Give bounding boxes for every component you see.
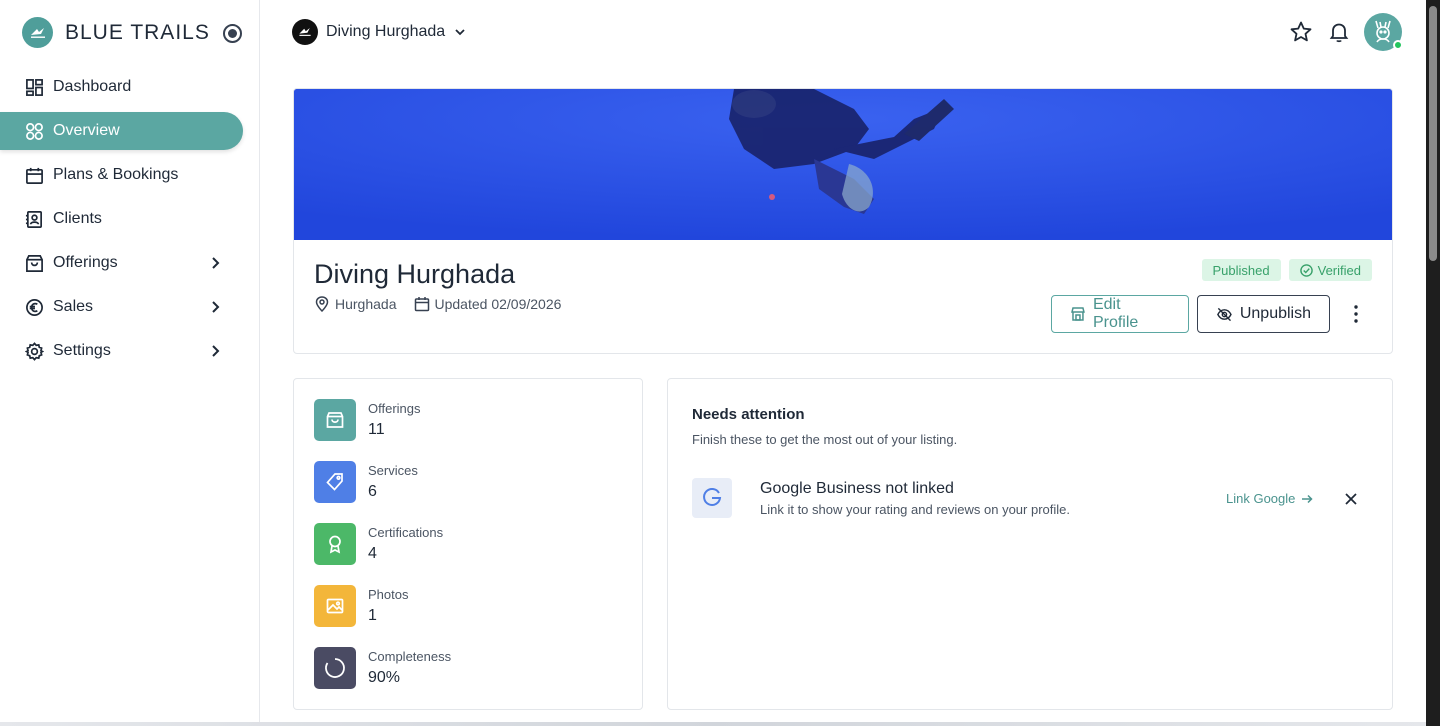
- overview-icon: [24, 121, 44, 141]
- stat-services[interactable]: Services 6: [314, 461, 418, 503]
- topbar: Diving Hurghada: [260, 0, 1426, 64]
- profile-title: Diving Hurghada: [314, 259, 516, 289]
- org-avatar: [292, 19, 318, 45]
- unpublish-button[interactable]: Unpublish: [1197, 295, 1330, 333]
- published-badge: Published: [1201, 259, 1281, 281]
- needs-attention-card: Needs attention Finish these to get the …: [667, 378, 1393, 710]
- sidebar-item-offerings[interactable]: Offerings: [0, 244, 243, 282]
- stats-card: Offerings 11 Services 6 Certifications 4…: [293, 378, 643, 710]
- page-scrollbar[interactable]: [1426, 0, 1440, 726]
- image-icon: [314, 585, 356, 627]
- chevron-down-icon: [455, 29, 465, 36]
- chevron-right-icon: [212, 345, 220, 357]
- task-title: Google Business not linked: [760, 480, 954, 497]
- profile-actions: Edit Profile Unpublish: [1043, 295, 1366, 333]
- sidebar-item-settings[interactable]: Settings: [0, 332, 243, 370]
- check-circle-icon: [1299, 263, 1313, 277]
- sidebar-collapse-toggle[interactable]: [223, 24, 242, 43]
- storefront-icon: [1071, 307, 1085, 321]
- star-icon: [1290, 21, 1312, 42]
- euro-icon: [24, 297, 44, 317]
- bell-icon: [1329, 23, 1349, 43]
- attention-title: Needs attention: [692, 406, 805, 423]
- bag-icon: [24, 253, 44, 273]
- notifications-button[interactable]: [1326, 19, 1352, 45]
- stat-offerings[interactable]: Offerings 11: [314, 399, 421, 441]
- sidebar-item-overview[interactable]: Overview: [0, 112, 243, 150]
- sidebar-item-dashboard[interactable]: Dashboard: [0, 68, 243, 106]
- cover-image: [294, 89, 1392, 240]
- close-icon: [1345, 493, 1357, 505]
- bag-icon: [314, 399, 356, 441]
- sidebar-item-clients[interactable]: Clients: [0, 200, 243, 238]
- brand[interactable]: BLUE TRAILS: [22, 17, 210, 48]
- updated-meta: Updated 02/09/2026: [414, 296, 561, 312]
- org-name: Diving Hurghada: [326, 23, 446, 40]
- profile-card: Diving Hurghada Hurghada Updated 02/09/2…: [293, 88, 1393, 354]
- sidebar-item-plans-bookings[interactable]: Plans & Bookings: [0, 156, 243, 194]
- user-avatar[interactable]: [1364, 13, 1403, 51]
- stat-photos[interactable]: Photos 1: [314, 585, 408, 627]
- stat-completeness[interactable]: Completeness 90%: [314, 647, 451, 689]
- edit-profile-button[interactable]: Edit Profile: [1051, 295, 1189, 333]
- chevron-right-icon: [212, 301, 220, 313]
- progress-ring-icon: [314, 647, 356, 689]
- link-google-button[interactable]: Link Google: [1226, 491, 1313, 506]
- map-pin-icon: [315, 296, 329, 312]
- org-switcher[interactable]: Diving Hurghada: [292, 19, 467, 45]
- gear-icon: [24, 341, 44, 361]
- eye-off-icon: [1217, 307, 1232, 321]
- chevron-right-icon: [212, 257, 220, 269]
- dashboard-icon: [24, 77, 44, 97]
- online-status-dot: [1393, 40, 1403, 50]
- status-badges: Published Verified: [1194, 259, 1372, 281]
- google-icon: [692, 478, 732, 518]
- more-options-button[interactable]: [1346, 295, 1366, 333]
- sidebar: BLUE TRAILS Dashboard Overview Plans & B…: [0, 0, 260, 726]
- more-vertical-icon: [1354, 305, 1358, 323]
- contacts-icon: [24, 209, 44, 229]
- sidebar-item-sales[interactable]: Sales: [0, 288, 243, 326]
- bottom-edge: [0, 722, 1426, 726]
- dismiss-task-button[interactable]: [1343, 491, 1359, 507]
- brand-logo: [22, 17, 53, 48]
- topbar-actions: [1288, 13, 1403, 51]
- calendar-icon: [414, 297, 429, 312]
- profile-meta: Hurghada Updated 02/09/2026: [314, 296, 578, 312]
- tag-icon: [314, 461, 356, 503]
- arrow-right-icon: [1302, 494, 1313, 503]
- favorite-button[interactable]: [1288, 19, 1314, 45]
- scrollbar-thumb[interactable]: [1429, 6, 1437, 261]
- calendar-icon: [24, 165, 44, 185]
- verified-badge: Verified: [1288, 259, 1372, 281]
- location-meta: Hurghada: [314, 296, 397, 312]
- sidebar-nav: Dashboard Overview Plans & Bookings Clie…: [0, 68, 260, 376]
- task-description: Link it to show your rating and reviews …: [760, 502, 1070, 517]
- award-icon: [314, 523, 356, 565]
- brand-name: BLUE TRAILS: [65, 20, 210, 44]
- attention-subtitle: Finish these to get the most out of your…: [692, 432, 958, 447]
- stat-certifications[interactable]: Certifications 4: [314, 523, 443, 565]
